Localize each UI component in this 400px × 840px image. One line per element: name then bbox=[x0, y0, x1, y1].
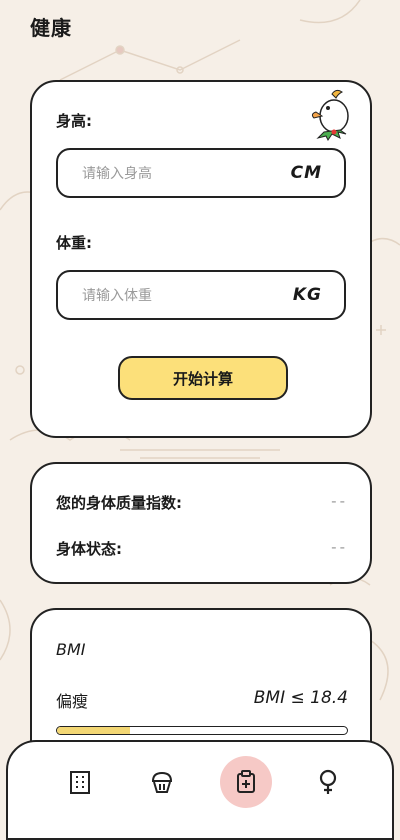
nav-item-female[interactable] bbox=[302, 756, 354, 808]
bmi-index-value: -- bbox=[331, 492, 348, 510]
weight-field[interactable]: KG bbox=[56, 270, 346, 320]
cupcake-icon bbox=[151, 771, 173, 793]
nav-item-health[interactable] bbox=[220, 756, 272, 808]
bmi-category-label: 偏瘦 bbox=[56, 692, 89, 711]
body-status-label: 身体状态: bbox=[56, 540, 122, 558]
result-card: 您的身体质量指数: -- 身体状态: -- bbox=[30, 462, 372, 584]
height-unit: CM bbox=[290, 163, 322, 183]
body-status-row: 身体状态: -- bbox=[56, 538, 348, 559]
bmi-card-title: BMI bbox=[56, 640, 86, 659]
nav-item-building[interactable] bbox=[54, 756, 106, 808]
bmi-range-label: BMI ≤ 18.4 bbox=[253, 688, 348, 708]
height-label: 身高: bbox=[56, 112, 92, 130]
weight-label: 体重: bbox=[56, 234, 92, 252]
body-status-value: -- bbox=[331, 538, 348, 556]
weight-input[interactable] bbox=[80, 272, 274, 320]
input-card: 身高: CM 体重: KG 开始计算 bbox=[30, 80, 372, 438]
page-title: 健康 bbox=[30, 16, 72, 40]
height-field[interactable]: CM bbox=[56, 148, 346, 198]
nav-item-cupcake[interactable] bbox=[136, 756, 188, 808]
medical-clipboard-icon bbox=[237, 770, 255, 793]
bmi-index-row: 您的身体质量指数: -- bbox=[56, 492, 348, 513]
bottom-nav bbox=[6, 740, 394, 840]
building-icon bbox=[70, 771, 90, 794]
bmi-progress-bar bbox=[56, 726, 348, 735]
bmi-index-label: 您的身体质量指数: bbox=[56, 494, 182, 512]
start-calculation-button[interactable]: 开始计算 bbox=[118, 356, 288, 400]
female-symbol-icon bbox=[319, 769, 337, 794]
weight-unit: KG bbox=[292, 285, 322, 305]
height-input[interactable] bbox=[80, 150, 274, 198]
duck-mascot-icon bbox=[311, 89, 349, 141]
bmi-progress-fill bbox=[57, 727, 130, 734]
